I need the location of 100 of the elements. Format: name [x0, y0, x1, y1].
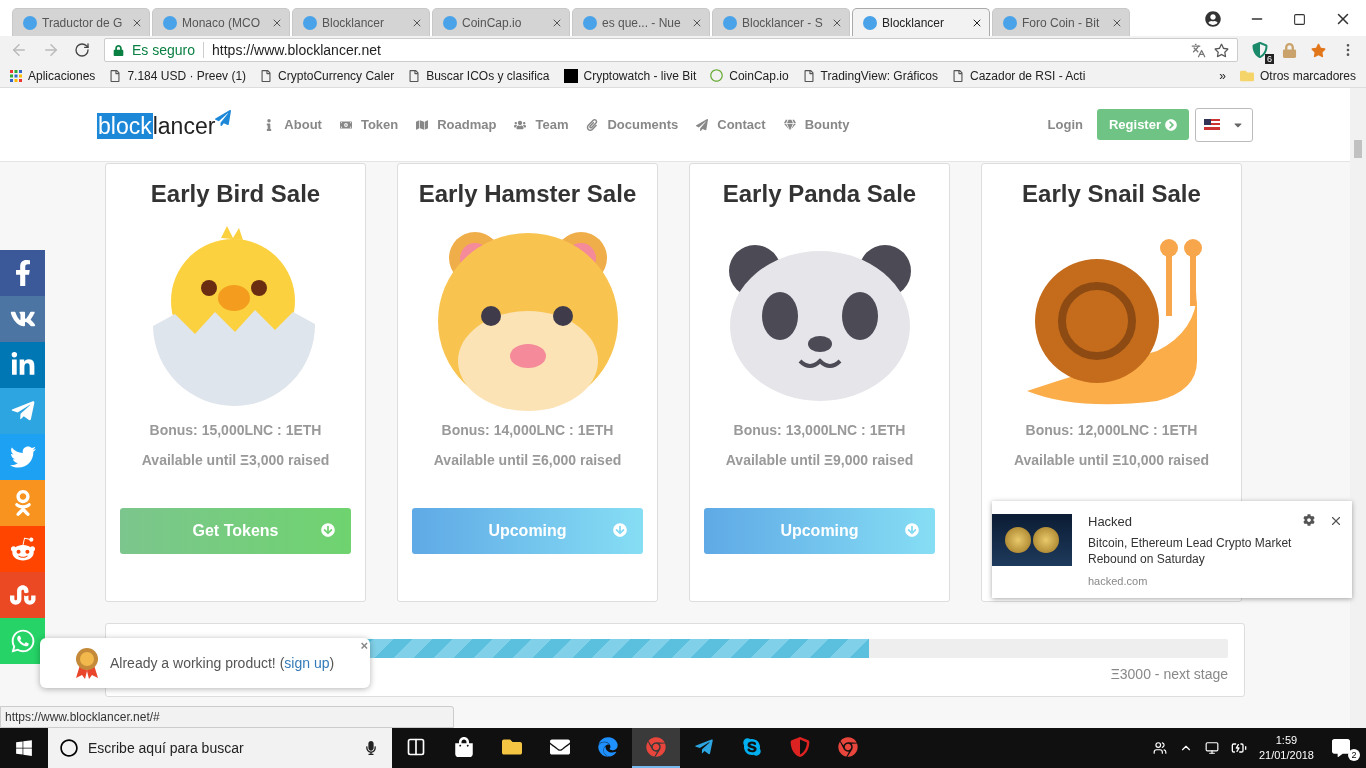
people-icon[interactable]	[1152, 741, 1167, 755]
folder-icon	[502, 737, 522, 757]
card-title: Early Snail Sale	[1022, 180, 1201, 208]
browser-tab[interactable]: CoinCap.io	[432, 8, 570, 36]
share-button[interactable]	[0, 434, 45, 480]
share-button[interactable]	[0, 342, 45, 388]
bookmark[interactable]: CoinCap.io	[710, 68, 789, 83]
reddit-icon	[9, 536, 36, 562]
nav-link[interactable]: Bounty	[783, 117, 850, 132]
address-bar[interactable]: Es seguro https://www.blocklancer.net	[104, 38, 1238, 62]
bonus-text: Bonus: 15,000LNC : 1ETH	[149, 422, 322, 438]
login-link[interactable]: Login	[1047, 117, 1083, 132]
bonus-text: Bonus: 14,000LNC : 1ETH	[441, 422, 614, 438]
browser-tab[interactable]: Monaco (MCO	[152, 8, 290, 36]
reload-icon[interactable]	[74, 42, 90, 58]
availability-text: Available until Ξ10,000 raised	[1013, 452, 1210, 468]
stumbleupon-icon	[9, 582, 36, 608]
nav-link[interactable]: Roadmap	[416, 117, 497, 132]
bookmark-label: Otros marcadores	[1259, 68, 1356, 83]
gem-icon	[783, 118, 796, 131]
bookmark-label: Aplicaciones	[28, 68, 96, 83]
panels-icon	[406, 737, 426, 757]
site-icon	[723, 15, 737, 30]
page-icon	[109, 69, 122, 82]
page-icon	[952, 69, 964, 82]
bonus-text: Bonus: 13,000LNC : 1ETH	[733, 422, 906, 438]
availability-text: Available until Ξ3,000 raised	[141, 452, 330, 468]
bookmark[interactable]: Otros marcadores	[1239, 68, 1356, 83]
page-icon	[802, 69, 815, 82]
microphone-icon[interactable]	[364, 741, 378, 755]
nav-link[interactable]: Token	[339, 117, 399, 132]
folder-icon	[1239, 68, 1254, 83]
share-button[interactable]	[0, 296, 45, 342]
nav-link[interactable]: Team	[514, 117, 569, 132]
more-bookmarks[interactable]: »	[1219, 68, 1226, 83]
arrow-down-icon	[905, 523, 919, 537]
bonus-text: Bonus: 12,000LNC : 1ETH	[1025, 422, 1198, 438]
language-dropdown[interactable]	[1195, 107, 1253, 142]
envelope-icon	[550, 737, 570, 757]
notification-domain: hacked.com	[1088, 575, 1149, 587]
shield-icon[interactable]	[1252, 42, 1268, 58]
clock[interactable]: 1:59 21/01/2018	[1258, 733, 1314, 763]
logo-text[interactable]: blocklancer	[97, 112, 216, 140]
share-button[interactable]	[0, 526, 45, 572]
toast-message: Already a working product! (sign up)	[110, 655, 335, 671]
twitter-icon	[9, 444, 36, 470]
site-icon	[443, 15, 457, 30]
s-logo-icon	[742, 737, 762, 757]
card-title: Early Hamster Sale	[418, 180, 637, 208]
restore-icon[interactable]	[1293, 12, 1306, 26]
users-icon	[514, 118, 527, 131]
settings-icon[interactable]	[1303, 514, 1315, 526]
chevron-icon	[1165, 118, 1177, 131]
paper-plane-icon	[696, 118, 709, 131]
site-icon	[1003, 15, 1017, 30]
availability-text: Available until Ξ9,000 raised	[725, 452, 914, 468]
battery-icon[interactable]	[1230, 740, 1247, 756]
browser-tab[interactable]: Blocklancer - S	[712, 8, 850, 36]
translate-icon[interactable]	[1191, 42, 1206, 58]
browser-tab[interactable]: Traductor de G	[12, 8, 150, 36]
bookmark[interactable]: Aplicaciones	[10, 68, 96, 83]
nav-link[interactable]: Documents	[586, 117, 679, 132]
nav-link[interactable]: Contact	[696, 117, 766, 132]
progress-label: Ξ3000 - next stage	[1110, 666, 1228, 682]
bookmark-label: CoinCap.io	[729, 68, 789, 83]
star-icon[interactable]	[1214, 42, 1229, 58]
shield-icon	[790, 737, 810, 757]
share-button[interactable]	[0, 250, 45, 296]
paperclip-icon	[586, 118, 599, 131]
close-icon[interactable]	[1329, 514, 1343, 528]
nav-link[interactable]: About	[263, 117, 322, 132]
site-icon	[303, 15, 317, 30]
windows-icon	[15, 739, 33, 757]
site-icon	[583, 15, 597, 30]
browser-tab[interactable]: Blocklancer	[852, 8, 990, 36]
browser-tab[interactable]: Blocklancer	[292, 8, 430, 36]
notification-source: Hacked	[1088, 514, 1134, 529]
status-url: https://www.blocklancer.net/#	[0, 706, 454, 728]
flag-icon	[1204, 119, 1220, 130]
notification-headline: Bitcoin, Ethereum Lead Crypto Market Rebound on Saturday	[1088, 535, 1293, 567]
profile-icon[interactable]	[1205, 11, 1221, 27]
arrow-down-icon	[613, 523, 627, 537]
site-icon	[23, 15, 37, 30]
apps-grid-icon	[10, 69, 22, 82]
extension-badge: 6	[1265, 54, 1274, 64]
paper-plane-icon	[694, 737, 714, 757]
search-field[interactable]: Escribe aquí para buscar	[48, 728, 392, 768]
close-button[interactable]: ×	[360, 638, 368, 653]
secure-label: Es seguro	[132, 42, 205, 58]
network-icon[interactable]	[1204, 741, 1219, 755]
scrollbar-thumb[interactable]	[1354, 140, 1362, 158]
browser-tab[interactable]: Foro Coin - Bit	[992, 8, 1130, 36]
browser-tab[interactable]: es que... - Nue	[572, 8, 710, 36]
share-button[interactable]	[0, 572, 45, 618]
sign-up-link[interactable]: sign up	[284, 655, 330, 671]
lock-icon	[113, 44, 124, 56]
browser-logo-icon	[838, 737, 858, 757]
card-title: Early Bird Sale	[150, 180, 321, 208]
card-title: Early Panda Sale	[722, 180, 917, 208]
e-logo-icon	[598, 737, 618, 757]
